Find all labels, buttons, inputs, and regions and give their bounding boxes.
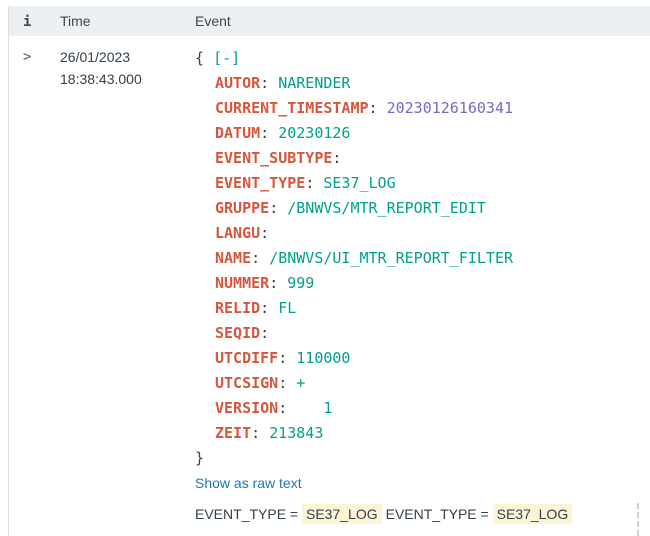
json-value[interactable]: /BNWVS/MTR_REPORT_EDIT xyxy=(287,199,486,217)
json-value[interactable]: SE37_LOG xyxy=(323,174,395,192)
json-key: GRUPPE xyxy=(215,199,269,217)
event-json: { [-] AUTOR: NARENDERCURRENT_TIMESTAMP: … xyxy=(195,46,650,471)
json-field-row: DATUM: 20230126 xyxy=(195,121,650,146)
json-colon: : xyxy=(260,324,278,342)
json-key: SEQID xyxy=(215,324,260,342)
json-close-brace: } xyxy=(195,449,204,467)
json-colon: : xyxy=(260,124,278,142)
event-row: > 26/01/2023 18:38:43.000 { [-] AUTOR: N… xyxy=(9,36,650,522)
show-raw-text-link[interactable]: Show as raw text xyxy=(195,475,302,492)
json-open-brace: { xyxy=(195,49,204,67)
json-field-row: GRUPPE: /BNWVS/MTR_REPORT_EDIT xyxy=(195,196,650,221)
json-collapse-toggle[interactable]: [-] xyxy=(213,49,240,67)
json-key: RELID xyxy=(215,299,260,317)
json-colon: : xyxy=(251,424,269,442)
fv-operator: = xyxy=(481,506,489,522)
json-key: VERSION xyxy=(215,399,278,417)
json-colon: : xyxy=(260,224,278,242)
json-value[interactable]: NARENDER xyxy=(278,74,350,92)
json-field-row: UTCDIFF: 110000 xyxy=(195,346,650,371)
json-key: NUMMER xyxy=(215,274,269,292)
json-open-line: { [-] xyxy=(195,46,650,71)
json-field-row: NUMMER: 999 xyxy=(195,271,650,296)
json-field-row: EVENT_SUBTYPE: xyxy=(195,146,650,171)
time-column-header: Time xyxy=(60,13,195,29)
expand-event-chevron-icon[interactable]: > xyxy=(23,49,31,65)
info-column-header: i xyxy=(9,13,60,30)
json-colon: : xyxy=(305,174,323,192)
json-value[interactable]: /BNWVS/UI_MTR_REPORT_FILTER xyxy=(269,249,513,267)
field-value-pair: EVENT_TYPE = SE37_LOG xyxy=(195,506,382,522)
json-value[interactable]: 20230126 xyxy=(278,124,350,142)
event-date: 26/01/2023 xyxy=(60,46,195,68)
json-value[interactable]: + xyxy=(296,374,305,392)
json-close-line: } xyxy=(195,446,650,471)
json-value[interactable]: 110000 xyxy=(296,349,350,367)
fv-field: EVENT_TYPE xyxy=(195,506,286,522)
event-timestamp: 26/01/2023 18:38:43.000 xyxy=(60,46,195,522)
json-colon: : xyxy=(260,74,278,92)
info-icon: i xyxy=(23,14,31,30)
json-colon: : xyxy=(269,199,287,217)
fv-value-highlight[interactable]: SE37_LOG xyxy=(302,504,382,524)
json-key: EVENT_SUBTYPE xyxy=(215,149,332,167)
json-field-row: LANGU: xyxy=(195,221,650,246)
json-key: AUTOR xyxy=(215,74,260,92)
json-colon: : xyxy=(369,99,387,117)
json-field-row: VERSION: 1 xyxy=(195,396,650,421)
json-key: UTCDIFF xyxy=(215,349,278,367)
fv-operator: = xyxy=(290,506,298,522)
json-key: CURRENT_TIMESTAMP xyxy=(215,99,369,117)
json-colon: : xyxy=(260,299,278,317)
json-key: LANGU xyxy=(215,224,260,242)
resize-drag-handle[interactable] xyxy=(637,503,639,536)
json-key: EVENT_TYPE xyxy=(215,174,305,192)
json-colon: : xyxy=(278,349,296,367)
json-value[interactable]: FL xyxy=(278,299,296,317)
field-value-pair: EVENT_TYPE = SE37_LOG xyxy=(386,506,573,522)
events-table: i Time Event > 26/01/2023 18:38:43.000 {… xyxy=(8,6,650,536)
json-field-row: CURRENT_TIMESTAMP: 20230126160341 xyxy=(195,96,650,121)
json-value[interactable]: 20230126160341 xyxy=(387,99,513,117)
json-field-row: RELID: FL xyxy=(195,296,650,321)
field-value-line: EVENT_TYPE = SE37_LOGEVENT_TYPE = SE37_L… xyxy=(195,506,650,522)
json-key: UTCSIGN xyxy=(215,374,278,392)
json-colon: : xyxy=(278,374,296,392)
json-field-row: EVENT_TYPE: SE37_LOG xyxy=(195,171,650,196)
json-colon: : xyxy=(251,249,269,267)
json-key: NAME xyxy=(215,249,251,267)
json-colon: : xyxy=(332,149,350,167)
json-key: DATUM xyxy=(215,124,260,142)
json-key: ZEIT xyxy=(215,424,251,442)
json-field-row: SEQID: xyxy=(195,321,650,346)
fv-field: EVENT_TYPE xyxy=(386,506,477,522)
fv-value-highlight[interactable]: SE37_LOG xyxy=(493,504,573,524)
json-field-row: UTCSIGN: + xyxy=(195,371,650,396)
json-field-row: AUTOR: NARENDER xyxy=(195,71,650,96)
json-field-list: AUTOR: NARENDERCURRENT_TIMESTAMP: 202301… xyxy=(195,71,650,446)
json-field-row: ZEIT: 213843 xyxy=(195,421,650,446)
json-colon: : xyxy=(269,274,287,292)
events-table-header: i Time Event xyxy=(9,6,650,36)
json-value[interactable]: 1 xyxy=(296,399,332,417)
json-field-row: NAME: /BNWVS/UI_MTR_REPORT_FILTER xyxy=(195,246,650,271)
event-time: 18:38:43.000 xyxy=(60,68,195,90)
json-value[interactable]: 213843 xyxy=(269,424,323,442)
event-column-header: Event xyxy=(195,13,650,29)
json-colon: : xyxy=(278,399,296,417)
json-value[interactable]: 999 xyxy=(287,274,314,292)
